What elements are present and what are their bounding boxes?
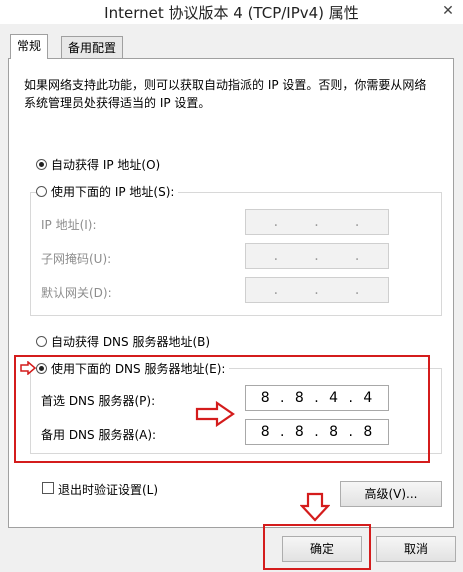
ip-dot: . xyxy=(314,214,320,230)
tab-general[interactable]: 常规 xyxy=(10,34,49,59)
ip-dot: . xyxy=(354,248,361,264)
title-bar: Internet 协议版本 4 (TCP/IPv4) 属性 ✕ xyxy=(0,0,463,24)
description-text: 如果网络支持此功能，则可以获取自动指派的 IP 设置。否则，你需要从网络系统管理… xyxy=(24,78,427,110)
radio-manual-ip-label: 使用下面的 IP 地址(S): xyxy=(51,185,175,199)
cancel-button[interactable]: 取消 xyxy=(376,536,456,562)
close-button[interactable]: ✕ xyxy=(433,0,463,24)
radio-auto-dns-label: 自动获得 DNS 服务器地址(B) xyxy=(51,335,211,349)
tab-alternate-config[interactable]: 备用配置 xyxy=(61,36,124,59)
ip-address-input: . . . xyxy=(245,209,389,235)
default-gateway-input: . . . xyxy=(245,277,389,303)
arrow-right-icon xyxy=(20,361,36,375)
ip-dot: . xyxy=(314,282,320,298)
ok-highlight-box xyxy=(263,524,371,570)
ip-dot: . xyxy=(354,214,361,230)
ip-dot: . xyxy=(273,282,280,298)
subnet-mask-input: . . . xyxy=(245,243,389,269)
radio-dot xyxy=(36,336,47,347)
radio-auto-ip-label: 自动获得 IP 地址(O) xyxy=(51,158,161,172)
advanced-button[interactable]: 高级(V)... xyxy=(340,481,442,507)
subnet-mask-label: 子网掩码(U): xyxy=(41,252,112,266)
ip-dot: . xyxy=(314,248,320,264)
validate-checkbox[interactable] xyxy=(42,482,54,494)
radio-manual-ip[interactable]: 使用下面的 IP 地址(S): xyxy=(36,183,179,200)
radio-auto-ip[interactable]: 自动获得 IP 地址(O) xyxy=(36,156,160,173)
radio-dot xyxy=(36,159,47,170)
ip-dot: . xyxy=(273,214,280,230)
validate-label: 退出时验证设置(L) xyxy=(58,483,159,497)
arrow-right-icon xyxy=(195,401,235,427)
ip-dot: . xyxy=(273,248,280,264)
default-gateway-label: 默认网关(D): xyxy=(41,286,112,300)
arrow-down-icon xyxy=(300,492,330,522)
ip-dot: . xyxy=(354,282,361,298)
radio-dot xyxy=(36,186,47,197)
ip-address-label: IP 地址(I): xyxy=(41,218,97,232)
radio-auto-dns[interactable]: 自动获得 DNS 服务器地址(B) xyxy=(36,333,210,350)
window-title: Internet 协议版本 4 (TCP/IPv4) 属性 xyxy=(104,4,359,22)
